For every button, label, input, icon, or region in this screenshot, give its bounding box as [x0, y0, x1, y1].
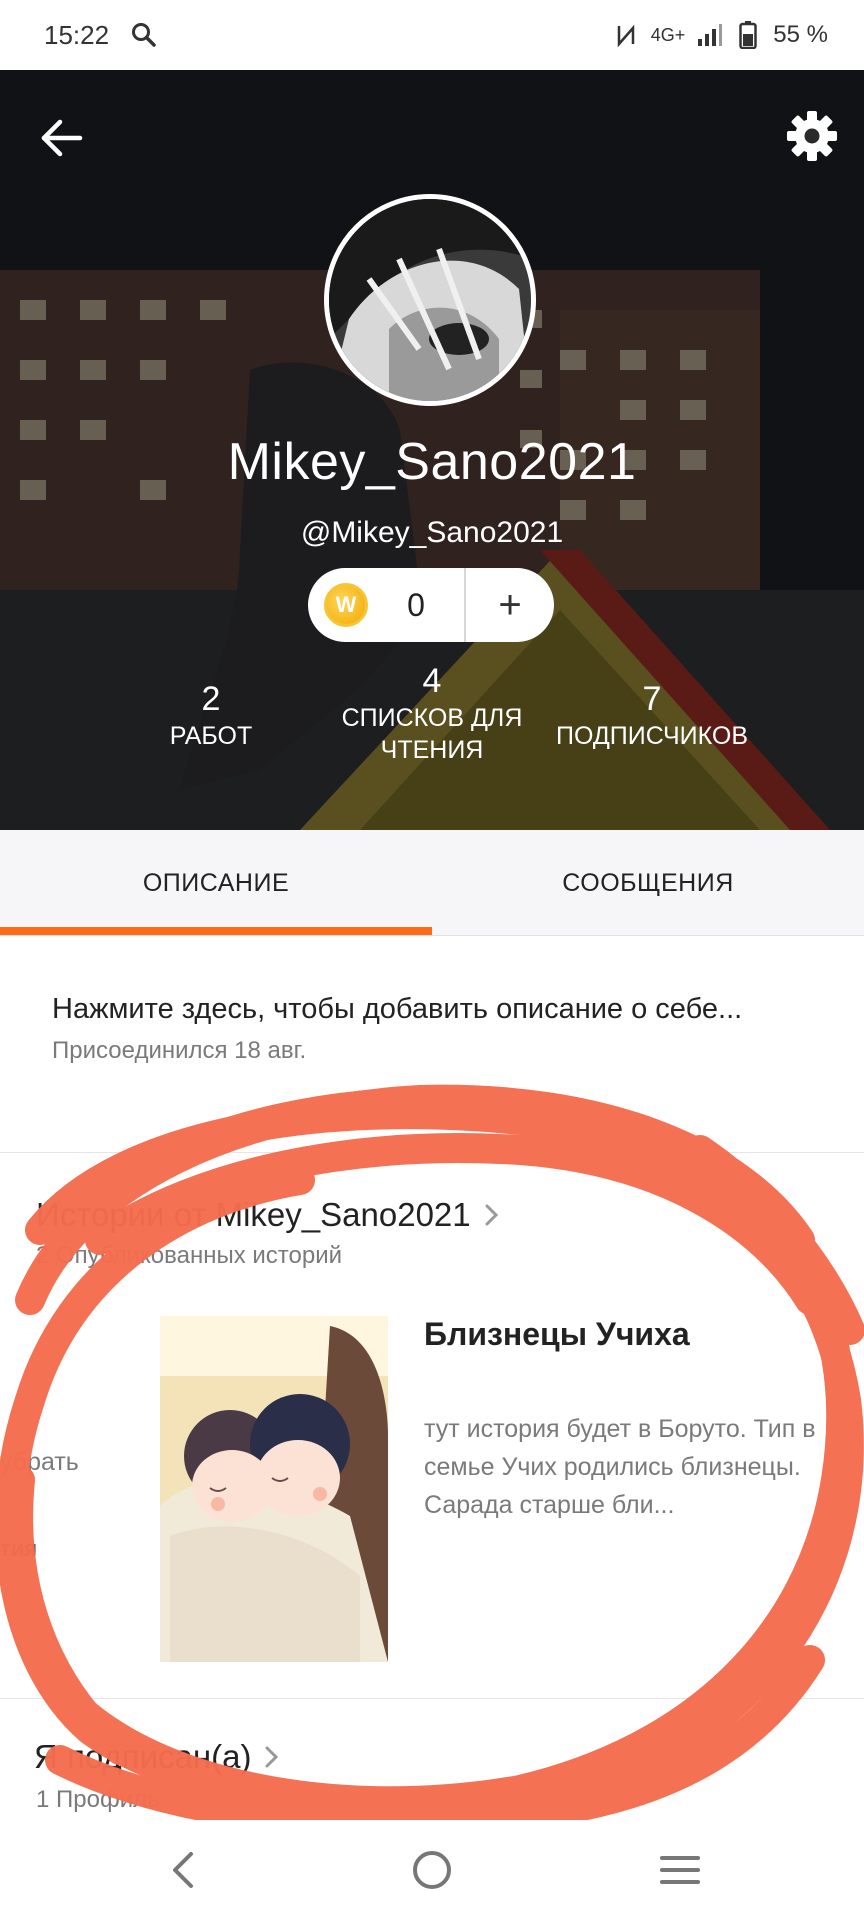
- stories-title: Истории от Mikey_Sano2021: [36, 1196, 471, 1233]
- stat-reading-lists-value: 4: [422, 662, 442, 700]
- stat-reading-lists[interactable]: 4 СПИСКОВ ДЛЯ ЧТЕНИЯ: [322, 662, 542, 765]
- story-card[interactable]: Близнецы Учиха тут история будет в Борут…: [160, 1316, 860, 1664]
- stat-reading-lists-label-2: ЧТЕНИЯ: [380, 736, 484, 764]
- search-icon: [131, 22, 157, 48]
- stat-followers[interactable]: 7 ПОДПИСЧИКОВ: [548, 680, 756, 751]
- network-type: 4G+: [650, 24, 686, 45]
- tab-active-indicator: [0, 927, 432, 935]
- chevron-right-icon: [485, 1204, 498, 1226]
- profile-display-name: Mikey_Sano2021: [227, 433, 637, 491]
- chevron-right-icon: [265, 1746, 279, 1768]
- partial-card-label: тия: [0, 1536, 38, 1561]
- following-header[interactable]: Я подписан(а): [34, 1738, 281, 1776]
- tab-messages[interactable]: СООБЩЕНИЯ: [432, 830, 864, 936]
- coins-widget: W 0 +: [308, 568, 554, 642]
- partial-card-text: убрать: [0, 1448, 79, 1476]
- stories-header[interactable]: Истории от Mikey_Sano2021: [36, 1196, 501, 1234]
- stories-count: 2 Опубликованных историй: [36, 1242, 343, 1269]
- menu-icon: [660, 1856, 700, 1884]
- home-circle-icon: [413, 1851, 451, 1889]
- coin-count: 0: [407, 586, 425, 623]
- battery-icon: [735, 21, 761, 49]
- add-coins-button[interactable]: +: [466, 568, 554, 642]
- settings-button[interactable]: [784, 108, 840, 164]
- arrow-left-icon: [41, 119, 83, 157]
- gear-icon: [787, 111, 837, 161]
- description-section[interactable]: Нажмите здесь, чтобы добавить описание о…: [0, 937, 864, 1153]
- story-cover-art: [160, 1316, 388, 1662]
- story-blurb: тут история будет в Боруто. Тип в семье …: [424, 1415, 816, 1519]
- profile-header: Mikey_Sano2021 @Mikey_Sano2021 W 0 + 2 Р…: [0, 70, 864, 830]
- profile-stats: 2 РАБОТ 4 СПИСКОВ ДЛЯ ЧТЕНИЯ 7 ПОДПИСЧИК…: [0, 662, 864, 790]
- battery-percent: 55 %: [773, 21, 828, 48]
- section-divider: [0, 1698, 864, 1699]
- stat-followers-label: ПОДПИСЧИКОВ: [556, 722, 748, 750]
- tab-description[interactable]: ОПИСАНИЕ: [0, 830, 432, 936]
- system-nav-bar: [0, 1820, 864, 1920]
- add-description-prompt[interactable]: Нажмите здесь, чтобы добавить описание о…: [52, 993, 742, 1026]
- stat-works[interactable]: 2 РАБОТ: [146, 680, 276, 751]
- profile-tabs: ОПИСАНИЕ СООБЩЕНИЯ: [0, 830, 864, 936]
- story-cover-image[interactable]: [160, 1316, 388, 1662]
- profile-username: @Mikey_Sano2021: [300, 516, 564, 549]
- coin-icon: W: [324, 583, 368, 627]
- joined-date: Присоединился 18 авг.: [52, 1037, 307, 1064]
- following-title: Я подписан(а): [34, 1738, 252, 1775]
- back-button[interactable]: [36, 112, 88, 164]
- stat-reading-lists-label-1: СПИСКОВ ДЛЯ: [341, 704, 523, 732]
- chevron-left-icon: [173, 1852, 193, 1888]
- stat-works-label: РАБОТ: [169, 722, 253, 750]
- status-time: 15:22: [44, 19, 110, 50]
- signal-icon: [697, 22, 723, 48]
- nav-home-button[interactable]: [402, 1844, 462, 1896]
- avatar-image: [329, 199, 531, 401]
- nfc-icon: [613, 22, 639, 48]
- avatar[interactable]: [324, 194, 536, 406]
- nav-menu-button[interactable]: [650, 1844, 710, 1896]
- stat-works-value: 2: [201, 680, 221, 718]
- story-title[interactable]: Близнецы Учиха: [424, 1316, 690, 1353]
- status-bar: 15:22 4G+ 55 %: [0, 0, 864, 70]
- following-count: 1 Профиль: [36, 1786, 160, 1813]
- nav-back-button[interactable]: [152, 1844, 212, 1896]
- stat-followers-value: 7: [642, 680, 662, 718]
